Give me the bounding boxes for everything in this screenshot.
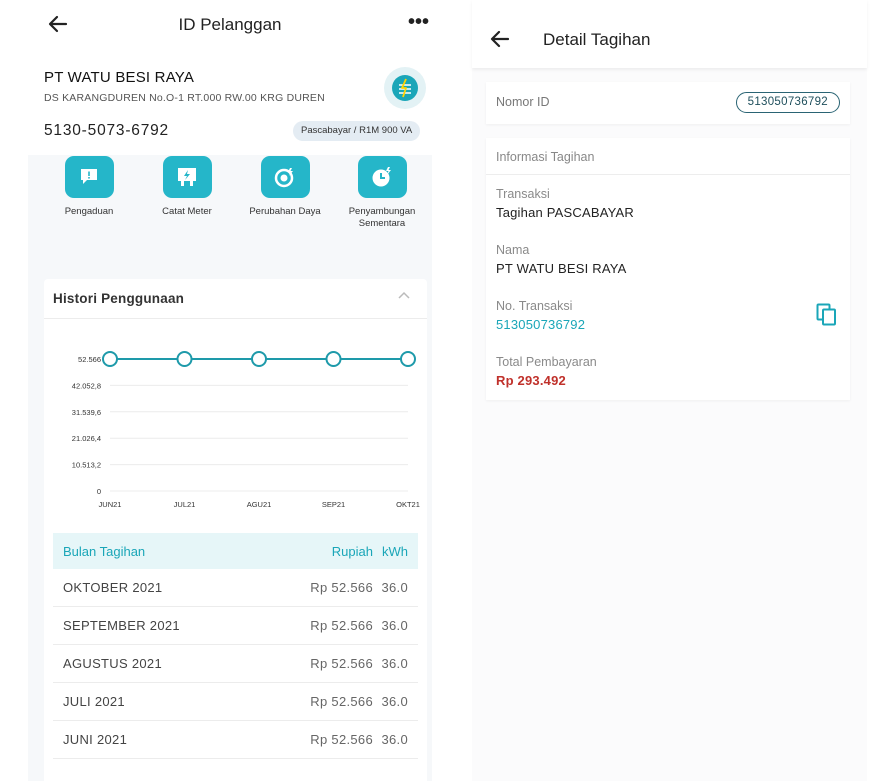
customer-address: DS KARANGDUREN No.O-1 RT.000 RW.00 KRG D… [44,92,325,104]
customer-id: 5130-5073-6792 [44,122,169,139]
row-month: JUNI 2021 [63,732,128,747]
name-label: Nama [496,243,530,257]
row-kwh: 36.0 [381,580,408,595]
menu-penyambungan-sementara[interactable]: Penyambungan Sementara [337,156,427,230]
total-value: Rp 293.492 [496,373,566,388]
x-tick-label: JUL21 [174,500,196,509]
row-kwh: 36.0 [381,694,408,709]
power-change-icon [260,156,310,198]
id-value-pill: 513050736792 [735,92,840,113]
row-kwh: 36.0 [381,618,408,633]
transaction-number-value: 513050736792 [496,317,586,332]
y-tick-label: 52.566 [78,355,101,364]
top-bar: ID Pelanggan ••• [28,0,432,50]
page-title: ID Pelanggan [178,15,282,34]
x-tick-label: OKT21 [396,500,420,509]
x-tick-label: SEP21 [322,500,345,509]
top-bar: Detail Tagihan [472,0,867,68]
pln-logo-icon [392,75,418,101]
chevron-up-icon[interactable] [397,291,411,301]
total-label: Total Pembayaran [496,355,597,369]
transaction-number-label: No. Transaksi [496,299,573,313]
bill-info-card: Informasi Tagihan Transaksi Tagihan PASC… [486,138,850,400]
copy-icon[interactable] [816,303,838,327]
divider [486,174,850,175]
history-title: Histori Penggunaan [53,291,185,306]
usage-line-chart: 0 10.513,2 21.026,4 31.539,6 42.052,8 52.566 J… [72,351,420,509]
page-title: Detail Tagihan [543,30,651,49]
row-amount: Rp 52.566 [310,618,373,633]
menu-perubahan-daya[interactable]: Perubahan Daya [240,156,330,218]
table-row: JULI 2021 Rp 52.566 36.0 [53,683,418,721]
menu-pengaduan[interactable]: Pengaduan [44,156,134,218]
tariff-badge: Pascabayar / R1M 900 VA [293,121,421,141]
transaction-label: Transaksi [496,187,550,201]
customer-name: PT WATU BESI RAYA [44,69,195,86]
menu-label: Catat Meter [162,206,212,217]
data-point [102,351,118,367]
row-kwh: 36.0 [381,656,408,671]
x-tick-label: JUN21 [99,500,122,509]
header-amount: Rupiah [331,543,373,559]
id-label: Nomor ID [496,95,550,109]
complaint-icon [64,156,114,198]
header-kwh: kWh [382,543,408,559]
temporary-connection-icon [357,156,407,198]
header-month: Bulan Tagihan [63,543,146,559]
row-amount: Rp 52.566 [310,656,373,671]
y-tick-label: 21.026,4 [72,434,101,443]
data-point [176,351,193,367]
row-amount: Rp 52.566 [310,580,373,595]
menu-label: Pengaduan [64,206,114,217]
table-row: AGUSTUS 2021 Rp 52.566 36.0 [53,645,418,683]
row-amount: Rp 52.566 [310,694,373,709]
table-header: Bulan Tagihan Rupiah kWh [53,533,418,569]
y-tick-label: 31.539,6 [72,408,101,417]
table-row: JUNI 2021 Rp 52.566 36.0 [53,721,418,759]
back-arrow-icon[interactable] [488,27,512,51]
menu-label: Perubahan Daya [249,206,321,217]
row-amount: Rp 52.566 [310,732,373,747]
y-tick-label: 10.513,2 [72,461,101,470]
info-header: Informasi Tagihan [496,150,595,164]
transaction-value: Tagihan PASCABAYAR [496,205,634,220]
data-point [400,351,416,367]
row-month: JULI 2021 [63,694,125,709]
id-pelanggan-screen: ID Pelanggan ••• PT WATU BESI RAYA DS KA… [28,0,432,781]
row-kwh: 36.0 [381,732,408,747]
data-point [325,351,342,367]
pln-logo [384,67,426,109]
data-point [251,351,267,367]
x-tick-label: AGU21 [247,500,272,509]
name-value: PT WATU BESI RAYA [496,261,627,276]
id-card: Nomor ID 513050736792 [486,82,850,124]
menu-catat-meter[interactable]: Catat Meter [142,156,232,218]
menu-label: Penyambungan Sementara [348,206,416,229]
row-month: SEPTEMBER 2021 [63,618,180,633]
history-table: Bulan Tagihan Rupiah kWh OKTOBER 2021 Rp… [53,533,418,759]
table-row: OKTOBER 2021 Rp 52.566 36.0 [53,569,418,607]
y-tick-label: 42.052,8 [72,381,101,390]
usage-history-card: Histori Penggunaan 0 10.513,2 21.026,4 31.5… [44,279,427,781]
more-options-icon[interactable]: ••• [408,11,429,34]
row-month: AGUSTUS 2021 [63,656,162,671]
row-month: OKTOBER 2021 [63,580,163,595]
meter-icon [162,156,212,198]
detail-tagihan-screen: Detail Tagihan Nomor ID 513050736792 Inf… [472,0,867,781]
y-tick-label: 0 [97,487,101,496]
table-row: SEPTEMBER 2021 Rp 52.566 36.0 [53,607,418,645]
